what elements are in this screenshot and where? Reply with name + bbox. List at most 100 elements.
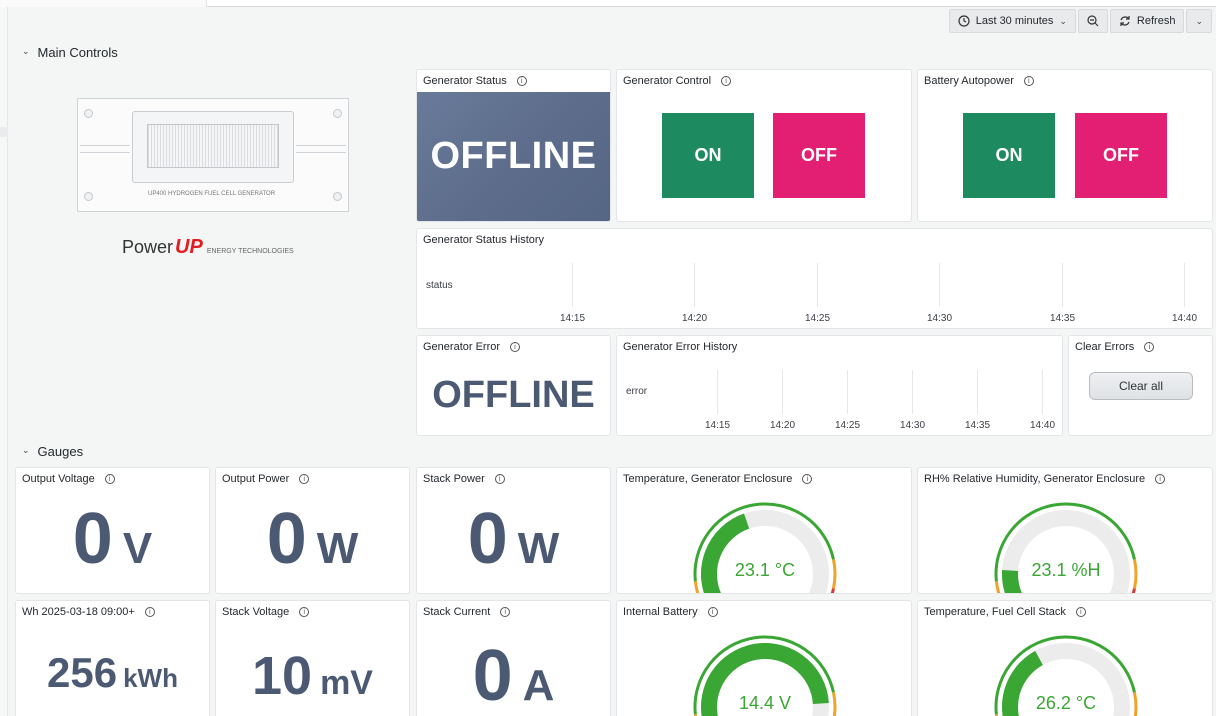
panel-title: Battery Autopower i — [924, 75, 1034, 87]
dashboard-toolbar: Last 30 minutes ⌄ Refresh ⌄ — [948, 9, 1212, 33]
x-tick: 14:20 — [770, 420, 796, 431]
panel-title: Generator Status History — [423, 234, 544, 246]
refresh-label: Refresh — [1136, 15, 1176, 27]
info-icon[interactable]: i — [516, 76, 527, 86]
row-title: Main Controls — [37, 45, 118, 60]
panel-title: Generator Error i — [423, 341, 521, 353]
row-gauges[interactable]: ⌄ Gauges — [22, 444, 83, 459]
stat-readout: 0W — [417, 498, 610, 580]
info-icon[interactable]: i — [1155, 474, 1166, 484]
zoom-out-button[interactable] — [1077, 9, 1108, 33]
x-tick: 14:20 — [682, 313, 708, 324]
generator-on-button[interactable]: ON — [662, 113, 754, 198]
panel-error-history: Generator Error History error 14:15 14:2… — [616, 335, 1063, 436]
stat-unit: A — [522, 661, 555, 710]
status-value-box: OFFLINE — [417, 92, 610, 221]
grid-line — [694, 263, 695, 307]
panel-title-text: Generator Error History — [623, 341, 738, 353]
panel-title-text: Internal Battery — [623, 606, 698, 618]
clock-icon — [958, 15, 970, 27]
refresh-interval-dropdown[interactable]: ⌄ — [1186, 9, 1212, 33]
panel-title: Stack Current i — [423, 606, 511, 618]
top-bar — [0, 0, 1216, 7]
panel-title-text: Battery Autopower — [924, 75, 1014, 87]
panel-title: Temperature, Fuel Cell Stack i — [924, 606, 1086, 618]
vent-grill — [147, 124, 279, 168]
screw-icon — [333, 192, 342, 201]
grid-line — [817, 263, 818, 307]
info-icon[interactable]: i — [721, 76, 732, 86]
stat-unit: kWh — [123, 663, 178, 693]
panel-title: Stack Voltage i — [222, 606, 310, 618]
stat-readout: 0W — [216, 498, 409, 580]
panel-stack-power: Stack Power i 0W — [416, 467, 611, 594]
panel-output-power: Output Power i 0W — [215, 467, 410, 594]
stat-unit: W — [316, 524, 359, 573]
panel-title-text: Stack Voltage — [222, 606, 290, 618]
panel-title-text: Temperature, Generator Enclosure — [623, 473, 793, 485]
brand-tagline: ENERGY TECHNOLOGIES — [206, 248, 294, 255]
stat-unit: mV — [320, 664, 373, 702]
x-tick: 14:25 — [805, 313, 831, 324]
brand-power: Power — [122, 237, 174, 257]
x-tick: 14:30 — [927, 313, 953, 324]
info-icon[interactable]: i — [510, 342, 521, 352]
gauge-value: 23.1 %H — [1031, 560, 1100, 580]
stat-readout: 256 kWh — [16, 649, 209, 697]
threshold-arc — [1132, 559, 1138, 589]
panel-title: Temperature, Generator Enclosure i — [623, 473, 813, 485]
panel-title-text: Temperature, Fuel Cell Stack — [924, 606, 1066, 618]
info-icon[interactable]: i — [104, 474, 115, 484]
info-icon[interactable]: i — [494, 474, 505, 484]
row-title: Gauges — [37, 444, 84, 459]
gauge-value: 14.4 V — [739, 693, 791, 713]
chevron-down-icon: ⌄ — [1195, 15, 1203, 26]
rail-left — [80, 145, 130, 153]
autopower-on-button[interactable]: ON — [963, 113, 1055, 198]
threshold-arc — [994, 581, 1001, 593]
info-icon[interactable]: i — [802, 474, 813, 484]
panel-title-text: Stack Current — [423, 606, 491, 618]
timeline-row-label: error — [626, 386, 648, 397]
grid-line — [1062, 263, 1063, 307]
x-tick: 14:40 — [1172, 313, 1198, 324]
x-tick: 14:35 — [965, 420, 991, 431]
error-value: OFFLINE — [432, 374, 595, 416]
autopower-off-button[interactable]: OFF — [1075, 113, 1167, 198]
x-tick: 14:15 — [705, 420, 731, 431]
grid-line — [782, 370, 783, 414]
generator-off-button[interactable]: OFF — [773, 113, 865, 198]
panel-generator-error: Generator Error i OFFLINE — [416, 335, 611, 436]
gauge-humidity-enclosure: 23.1 %H — [994, 502, 1138, 593]
stat-value: 256 — [47, 649, 118, 696]
threshold-arc — [693, 581, 700, 593]
panel-title-text: Generator Control — [623, 75, 712, 87]
grid-line — [939, 263, 940, 307]
panel-status-history: Generator Status History status 14:15 14… — [416, 228, 1213, 329]
info-icon[interactable]: i — [1075, 607, 1086, 617]
time-range-picker[interactable]: Last 30 minutes ⌄ — [948, 9, 1076, 33]
screw-icon — [84, 109, 93, 118]
info-icon[interactable]: i — [299, 474, 310, 484]
stat-unit: W — [517, 524, 560, 573]
panel-title: Wh 2025-03-18 09:00+ i — [22, 606, 155, 618]
info-icon[interactable]: i — [707, 607, 718, 617]
info-icon[interactable]: i — [1023, 76, 1034, 86]
refresh-button[interactable]: Refresh — [1109, 9, 1185, 33]
left-edge — [0, 7, 8, 716]
grid-line — [572, 263, 573, 307]
panel-temp-fuel-cell: Temperature, Fuel Cell Stack i 26.2 °C — [917, 600, 1213, 716]
info-icon[interactable]: i — [299, 607, 310, 617]
panel-title-text: Stack Power — [423, 473, 485, 485]
info-icon[interactable]: i — [1144, 342, 1155, 352]
panel-title-text: Wh 2025-03-18 09:00+ — [22, 606, 135, 618]
row-main-controls[interactable]: ⌄ Main Controls — [22, 45, 118, 60]
info-icon[interactable]: i — [144, 607, 155, 617]
info-icon[interactable]: i — [500, 607, 511, 617]
x-tick: 14:25 — [835, 420, 861, 431]
x-tick: 14:15 — [560, 313, 586, 324]
clear-all-button[interactable]: Clear all — [1089, 372, 1193, 400]
panel-generator-control: Generator Control i ON OFF — [616, 69, 912, 222]
grid-line — [912, 370, 913, 414]
panel-title-text: Generator Error — [423, 341, 501, 353]
